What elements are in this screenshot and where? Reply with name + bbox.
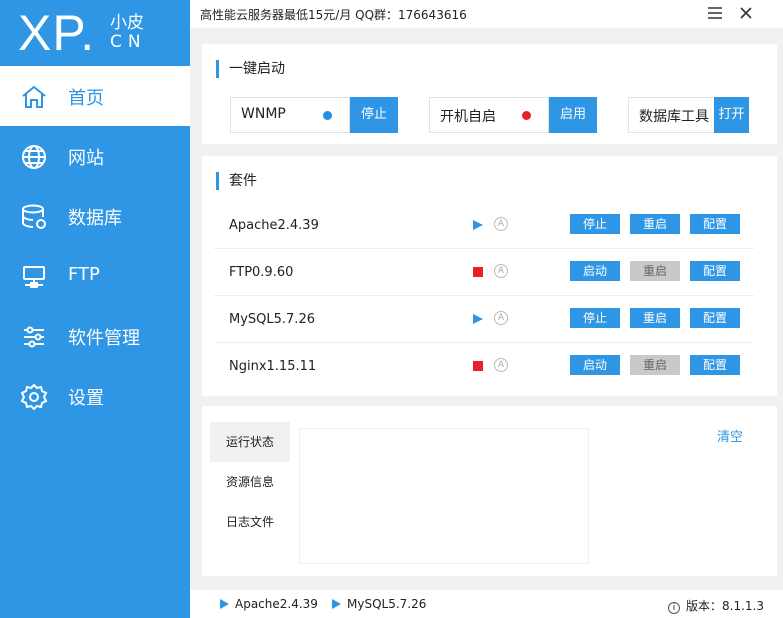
play-icon — [220, 599, 229, 609]
home-icon — [22, 85, 46, 108]
auto-start-icon[interactable]: A — [494, 264, 508, 278]
config-button[interactable]: 配置 — [690, 355, 740, 375]
sidebar-item-database[interactable]: 数据库 — [0, 186, 190, 246]
stop-square-icon — [473, 267, 483, 277]
play-icon — [332, 599, 341, 609]
status-label: Apache2.4.39 — [235, 597, 318, 611]
log-tabs: 运行状态 资源信息 日志文件 — [210, 422, 290, 542]
stop-button[interactable]: 停止 — [570, 308, 620, 328]
autostart-box: 开机自启 — [429, 97, 549, 133]
status-apache: Apache2.4.39 — [220, 597, 318, 611]
info-icon: i — [668, 602, 680, 614]
gear-icon — [20, 383, 48, 411]
sliders-icon — [24, 326, 44, 348]
logo-main: XP. — [18, 5, 96, 61]
status-dot — [323, 111, 332, 120]
version-info: i 版本：8.1.1.3 — [668, 597, 764, 614]
restart-button[interactable]: 重启 — [630, 214, 680, 234]
stop-square-icon — [473, 361, 483, 371]
stop-button[interactable]: 停止 — [570, 214, 620, 234]
log-output[interactable] — [299, 428, 589, 564]
status-dot — [522, 111, 531, 120]
ad-banner[interactable]: 高性能云服务器最低15元/月 QQ群：176643616 — [200, 6, 467, 23]
sidebar-item-label: 数据库 — [68, 208, 122, 229]
quick-start-panel: 一键启动 WNMP 停止 开机自启 启用 数据库工具 打开 — [202, 44, 777, 144]
restart-button[interactable]: 重启 — [630, 355, 680, 375]
auto-start-icon[interactable]: A — [494, 217, 508, 231]
autostart-label: 开机自启 — [440, 109, 496, 125]
ftp-icon — [23, 266, 45, 288]
start-button[interactable]: 启动 — [570, 261, 620, 281]
log-panel: 运行状态 资源信息 日志文件 清空 — [202, 406, 777, 576]
db-tool-box: 数据库工具 — [628, 97, 716, 133]
db-tool-open-button[interactable]: 打开 — [714, 97, 749, 133]
wnmp-stop-button[interactable]: 停止 — [350, 97, 398, 133]
sidebar-item-label: FTP — [68, 264, 100, 285]
sidebar-item-label: 设置 — [68, 388, 104, 409]
sidebar-item-label: 网站 — [68, 148, 104, 169]
section-title: 套件 — [216, 172, 257, 190]
table-row: FTP0.9.60 A 启动 重启 配置 — [214, 250, 754, 296]
config-button[interactable]: 配置 — [690, 214, 740, 234]
config-button[interactable]: 配置 — [690, 308, 740, 328]
play-icon — [473, 220, 483, 230]
tab-resource-info[interactable]: 资源信息 — [210, 462, 290, 502]
auto-start-icon[interactable]: A — [494, 311, 508, 325]
table-row: Apache2.4.39 A 停止 重启 配置 — [214, 203, 754, 249]
service-name: MySQL5.7.26 — [229, 312, 315, 327]
logo-suffix: CN — [110, 32, 147, 52]
close-icon[interactable] — [739, 6, 753, 20]
wnmp-label: WNMP — [241, 106, 286, 122]
sidebar-item-website[interactable]: 网站 — [0, 126, 190, 186]
status-mysql: MySQL5.7.26 — [332, 597, 426, 611]
sidebar: XP. 小皮 CN 首页 网站 数据库 FTP 软件管理 设置 — [0, 0, 190, 618]
config-button[interactable]: 配置 — [690, 261, 740, 281]
service-name: Apache2.4.39 — [229, 218, 319, 233]
service-name: FTP0.9.60 — [229, 265, 294, 280]
sidebar-item-home[interactable]: 首页 — [0, 66, 190, 126]
service-name: Nginx1.15.11 — [229, 359, 317, 374]
auto-start-icon[interactable]: A — [494, 358, 508, 372]
suite-panel: 套件 Apache2.4.39 A 停止 重启 配置 FTP0.9.60 A 启… — [202, 156, 777, 396]
start-button[interactable]: 启动 — [570, 355, 620, 375]
section-title: 一键启动 — [216, 60, 285, 78]
tab-log-files[interactable]: 日志文件 — [210, 502, 290, 542]
status-bar: Apache2.4.39 MySQL5.7.26 i 版本：8.1.1.3 — [190, 590, 783, 618]
sidebar-item-settings[interactable]: 设置 — [0, 366, 190, 426]
tab-run-status[interactable]: 运行状态 — [210, 422, 290, 462]
db-tool-label: 数据库工具 — [639, 109, 709, 125]
sidebar-item-software[interactable]: 软件管理 — [0, 306, 190, 366]
restart-button[interactable]: 重启 — [630, 261, 680, 281]
restart-button[interactable]: 重启 — [630, 308, 680, 328]
menu-icon[interactable] — [707, 6, 723, 20]
status-label: MySQL5.7.26 — [347, 597, 427, 611]
table-row: Nginx1.15.11 A 启动 重启 配置 — [214, 344, 754, 390]
database-icon — [22, 204, 46, 229]
table-row: MySQL5.7.26 A 停止 重启 配置 — [214, 297, 754, 343]
logo-cn: 小皮 — [110, 13, 144, 33]
play-icon — [473, 314, 483, 324]
clear-button[interactable]: 清空 — [717, 426, 743, 445]
sidebar-item-label: 软件管理 — [68, 328, 140, 349]
autostart-enable-button[interactable]: 启用 — [549, 97, 597, 133]
sidebar-item-label: 首页 — [68, 88, 104, 109]
app-logo: XP. 小皮 CN — [0, 0, 190, 64]
wnmp-box: WNMP — [230, 97, 350, 133]
version-label: 版本：8.1.1.3 — [686, 599, 764, 613]
sidebar-item-ftp[interactable]: FTP — [0, 246, 190, 306]
globe-icon — [22, 145, 46, 169]
title-bar: 高性能云服务器最低15元/月 QQ群：176643616 — [190, 0, 783, 28]
